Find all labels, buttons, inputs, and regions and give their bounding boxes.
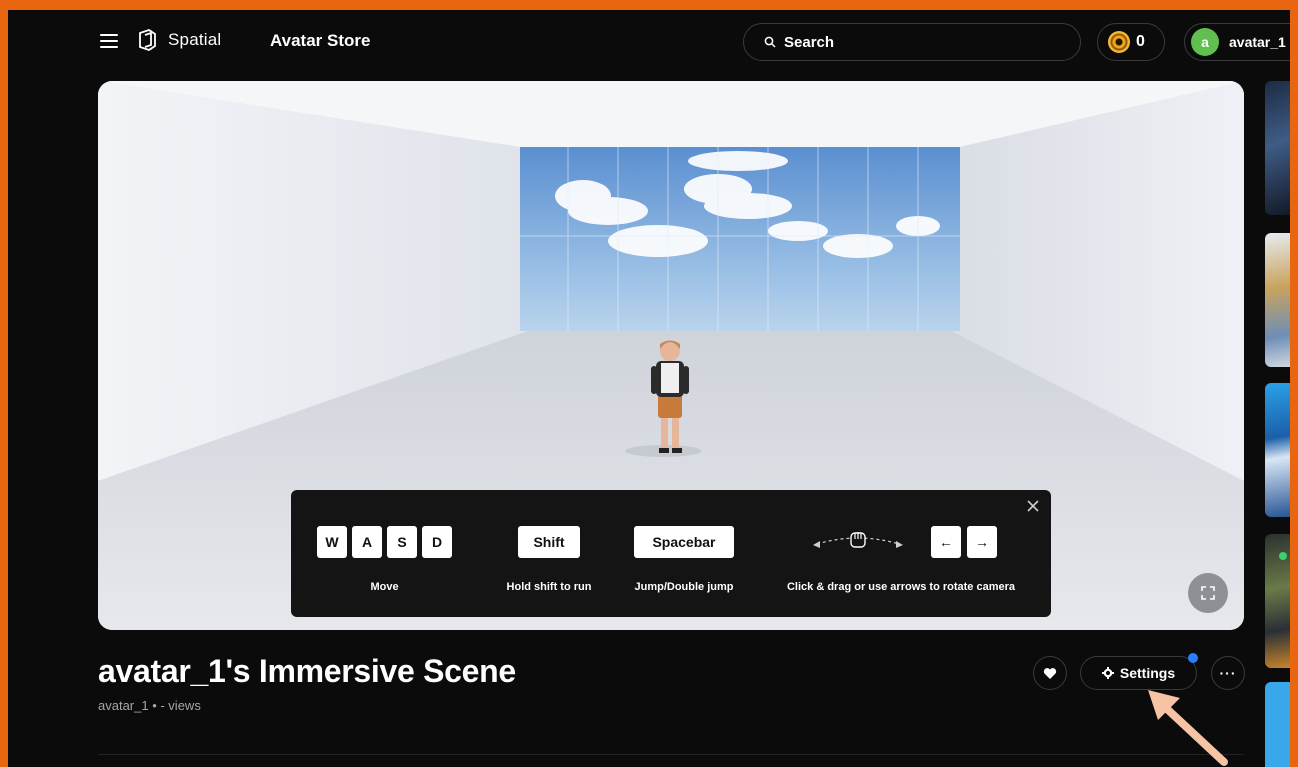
related-space-card[interactable] bbox=[1265, 383, 1290, 517]
brand-name: Spatial bbox=[168, 30, 222, 49]
spacebar-label: Jump/Double jump bbox=[634, 581, 734, 593]
notification-dot bbox=[1188, 653, 1198, 663]
username: avatar_1 bbox=[1229, 34, 1286, 50]
divider bbox=[98, 754, 1244, 755]
close-icon[interactable] bbox=[1025, 498, 1041, 514]
key-w: W bbox=[317, 526, 347, 558]
avatar-initial: a bbox=[1201, 34, 1209, 50]
drag-rotate-icon bbox=[813, 532, 903, 548]
avatar: a bbox=[1191, 28, 1219, 56]
key-d: D bbox=[422, 526, 452, 558]
search-icon bbox=[764, 36, 776, 48]
user-menu-button[interactable]: a avatar_1 bbox=[1184, 23, 1290, 61]
camera-label: Click & drag or use arrows to rotate cam… bbox=[786, 581, 1016, 593]
like-button[interactable] bbox=[1033, 656, 1067, 690]
app-window: Spatial Avatar Store 0 a avatar_1 bbox=[8, 10, 1290, 767]
search-bar[interactable] bbox=[743, 23, 1081, 61]
coin-icon bbox=[1108, 31, 1130, 53]
top-bar: Spatial Avatar Store 0 a avatar_1 bbox=[8, 10, 1290, 72]
heart-icon bbox=[1043, 667, 1057, 679]
related-space-card[interactable] bbox=[1265, 682, 1290, 767]
fullscreen-button[interactable] bbox=[1188, 573, 1228, 613]
settings-label: Settings bbox=[1119, 665, 1176, 681]
spatial-logo-icon bbox=[139, 29, 156, 51]
related-space-card[interactable] bbox=[1265, 534, 1290, 668]
gear-icon bbox=[1101, 667, 1114, 679]
related-space-card[interactable] bbox=[1265, 233, 1290, 367]
more-options-icon: ··· bbox=[1219, 665, 1237, 681]
live-indicator-icon bbox=[1279, 552, 1287, 560]
hamburger-menu-icon[interactable] bbox=[100, 34, 118, 48]
key-arrow-left: ← bbox=[931, 526, 961, 558]
spatial-logo[interactable]: Spatial bbox=[136, 28, 221, 52]
space-meta: avatar_1 • - views bbox=[98, 698, 201, 713]
key-arrow-right: → bbox=[967, 526, 997, 558]
move-label: Move bbox=[370, 581, 399, 593]
coin-balance-button[interactable]: 0 bbox=[1097, 23, 1165, 61]
related-space-card[interactable] bbox=[1265, 81, 1290, 215]
key-spacebar: Spacebar bbox=[634, 526, 734, 558]
shift-label: Hold shift to run bbox=[506, 581, 592, 593]
key-a: A bbox=[352, 526, 382, 558]
space-title: avatar_1's Immersive Scene bbox=[98, 653, 516, 689]
controls-help-overlay: W A S D Move Shift Hold shift to run Spa… bbox=[291, 490, 1051, 617]
avatar-store-link[interactable]: Avatar Store bbox=[270, 31, 370, 51]
key-s: S bbox=[387, 526, 417, 558]
coin-count: 0 bbox=[1136, 33, 1145, 50]
space-viewport[interactable]: W A S D Move Shift Hold shift to run Spa… bbox=[98, 81, 1244, 630]
annotation-arrow-icon bbox=[1148, 690, 1228, 766]
search-input[interactable] bbox=[784, 33, 1044, 51]
key-shift: Shift bbox=[518, 526, 580, 558]
fullscreen-icon bbox=[1201, 586, 1215, 600]
